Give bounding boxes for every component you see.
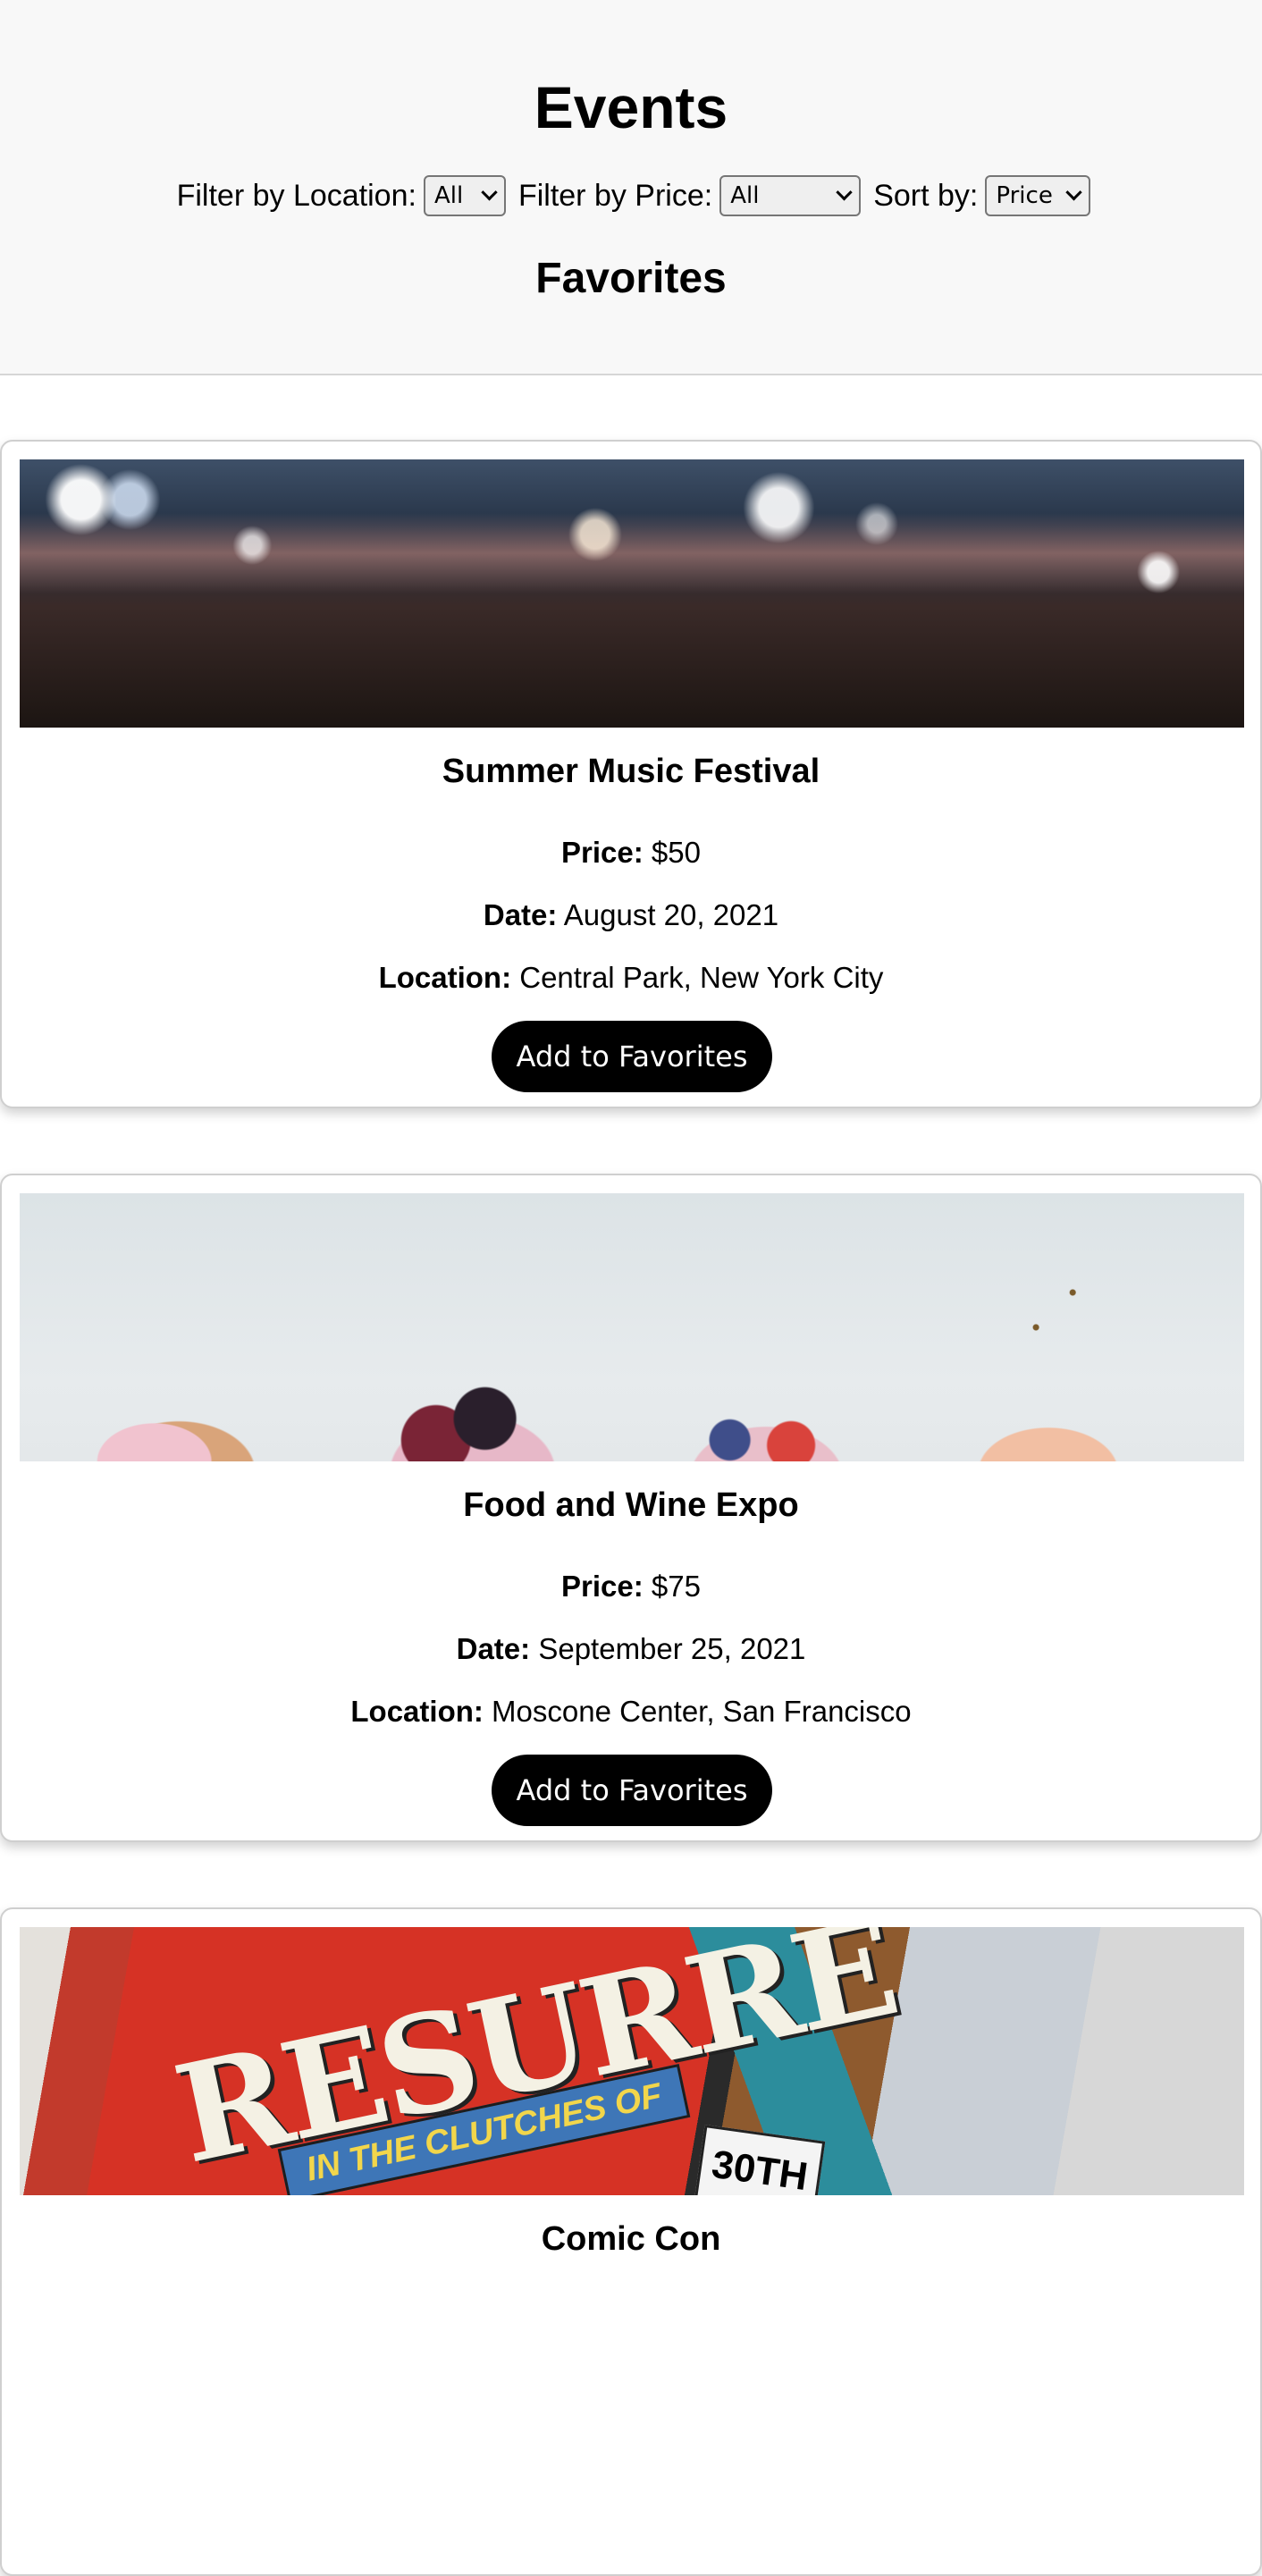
- price-label: Price:: [561, 1570, 644, 1603]
- add-to-favorites-button[interactable]: Add to Favorites: [492, 1021, 772, 1092]
- event-image: RESURRE IN THE CLUTCHES OF 30TH: [20, 1927, 1244, 2195]
- event-image: [20, 459, 1244, 728]
- date-value: September 25, 2021: [538, 1632, 806, 1665]
- event-card: Food and Wine Expo Price: $75 Date: Sept…: [0, 1174, 1262, 1842]
- location-value: Central Park, New York City: [519, 961, 884, 994]
- chevron-down-icon: [481, 183, 498, 200]
- location-label: Location:: [350, 1695, 484, 1728]
- date-label: Date:: [456, 1632, 531, 1665]
- event-location: Location: Central Park, New York City: [2, 960, 1260, 996]
- event-card: Summer Music Festival Price: $50 Date: A…: [0, 440, 1262, 1108]
- page-header: Events Filter by Location: All Filter by…: [0, 0, 1262, 375]
- event-date: Date: September 25, 2021: [2, 1631, 1260, 1667]
- price-filter-label: Filter by Price:: [517, 178, 713, 213]
- sort-select[interactable]: Price: [985, 175, 1091, 216]
- location-value: Moscone Center, San Francisco: [492, 1695, 912, 1728]
- location-filter-value: All: [433, 182, 464, 209]
- date-value: August 20, 2021: [563, 898, 779, 931]
- event-title: Food and Wine Expo: [463, 1486, 799, 1524]
- event-price: Price: $50: [2, 835, 1260, 871]
- filter-bar: Filter by Location: All Filter by Price:…: [0, 175, 1262, 216]
- favorites-heading: Favorites: [535, 255, 727, 302]
- location-filter-label: Filter by Location:: [176, 178, 416, 213]
- chevron-down-icon: [1065, 183, 1083, 200]
- price-filter-select[interactable]: All: [719, 175, 862, 216]
- comic-cover-badge: 30TH: [694, 2124, 826, 2195]
- event-title: Summer Music Festival: [442, 753, 820, 790]
- sort-label: Sort by:: [873, 178, 979, 213]
- price-filter-value: All: [730, 182, 760, 209]
- add-to-favorites-button[interactable]: Add to Favorites: [492, 1755, 772, 1826]
- price-value: $50: [651, 836, 701, 869]
- date-label: Date:: [483, 898, 558, 931]
- location-label: Location:: [378, 961, 512, 994]
- event-location: Location: Moscone Center, San Francisco: [2, 1694, 1260, 1730]
- location-filter-select[interactable]: All: [423, 175, 506, 216]
- chevron-down-icon: [836, 183, 853, 200]
- event-title: Comic Con: [541, 2220, 721, 2258]
- price-value: $75: [651, 1570, 701, 1603]
- event-card: RESURRE IN THE CLUTCHES OF 30TH Comic Co…: [0, 1907, 1262, 2576]
- page-title: Events: [534, 74, 728, 140]
- price-label: Price:: [561, 836, 644, 869]
- event-price: Price: $75: [2, 1569, 1260, 1604]
- event-image: [20, 1193, 1244, 1461]
- event-date: Date: August 20, 2021: [2, 897, 1260, 933]
- sort-value: Price: [996, 182, 1053, 209]
